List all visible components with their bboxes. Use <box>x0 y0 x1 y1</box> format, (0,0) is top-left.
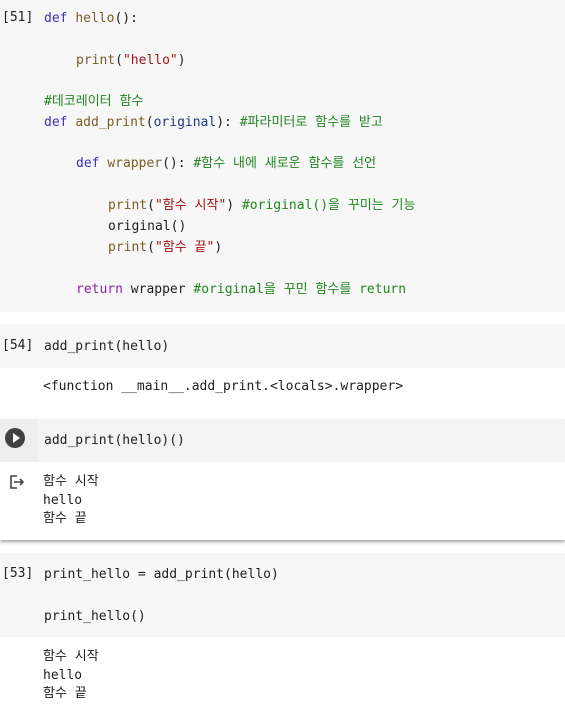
output-area: 함수 시작 hello 함수 끝 <box>0 462 565 540</box>
play-circle-icon[interactable] <box>5 428 25 448</box>
cell-gutter: [51] <box>0 0 37 312</box>
code-cell-51[interactable]: [51] def hello(): print("hello") #데코레이터 … <box>0 0 565 312</box>
keyword: def <box>76 156 100 171</box>
keyword: def <box>44 115 68 130</box>
function-name: hello <box>75 11 115 26</box>
string-literal: "함수 끝" <box>154 240 215 255</box>
function-name: print <box>76 53 116 68</box>
code-line: add_print(hello) <box>44 338 169 355</box>
execution-count: [51] <box>2 10 34 25</box>
code-cell-53[interactable]: [53] print_hello = add_print(hello) prin… <box>0 553 565 728</box>
code-cell-active[interactable]: add_print(hello)() 함수 시작 hello 함수 끝 <box>0 419 565 540</box>
code-text: wrapper <box>130 282 186 297</box>
code-text: print_hello = add_print(hello) <box>44 567 279 582</box>
code-line: def hello(): <box>44 10 138 27</box>
code-text: print_hello() <box>44 609 146 624</box>
execution-count: [53] <box>2 566 34 581</box>
string-literal: "함수 시작" <box>154 198 227 213</box>
output-line: 함수 시작 <box>43 649 99 664</box>
output-line: hello <box>43 493 83 508</box>
code-line: #데코레이터 함수 <box>44 93 143 110</box>
code-text: add_print(hello)() <box>44 433 185 448</box>
function-name: print <box>108 240 148 255</box>
comment: #데코레이터 함수 <box>44 94 144 109</box>
comment: #파라미터로 함수를 받고 <box>239 115 383 130</box>
function-name: print <box>108 198 148 213</box>
execution-count: [54] <box>2 338 34 353</box>
code-line: print_hello() <box>44 608 146 625</box>
string-literal: "hello" <box>122 53 178 68</box>
code-line: add_print(hello)() <box>44 432 185 449</box>
cell-output: <function __main__.add_print.<locals>.wr… <box>43 379 404 394</box>
code-text: (): <box>114 11 138 26</box>
function-name: add_print <box>75 115 146 130</box>
code-line: return wrapper #original을 꾸민 함수를 return <box>76 281 406 298</box>
comment: #함수 내에 새로운 함수를 선언 <box>193 156 377 171</box>
code-line: def wrapper(): #함수 내에 새로운 함수를 선언 <box>76 156 377 171</box>
code-line: original() <box>108 218 186 235</box>
code-cell-54[interactable]: [54] add_print(hello) <function __main__… <box>0 324 565 414</box>
parameter: original <box>153 115 217 130</box>
comment: #original을 꾸민 함수를 return <box>193 282 407 297</box>
code-line: print("함수 끝") <box>108 240 223 255</box>
code-line: def add_print(original): #파라미터로 함수를 받고 <box>44 115 383 130</box>
cell-gutter: [54] <box>0 324 37 368</box>
cell-gutter <box>0 419 37 462</box>
output-line: hello <box>43 668 83 683</box>
code-text: add_print(hello) <box>44 339 170 354</box>
code-line: print("함수 시작") #original()을 꾸미는 기능 <box>108 198 416 213</box>
output-line: 함수 끝 <box>43 686 87 701</box>
code-text: original() <box>108 219 187 234</box>
output-line: 함수 끝 <box>43 511 87 526</box>
keyword: return <box>76 282 123 297</box>
code-line: print_hello = add_print(hello) <box>44 566 279 583</box>
code-text: ) <box>177 53 186 68</box>
keyword: def <box>44 11 68 26</box>
cell-gutter: [53] <box>0 553 37 637</box>
function-name: wrapper <box>107 156 163 171</box>
output-redirect-icon[interactable] <box>8 474 24 490</box>
notebook: [51] def hello(): print("hello") #데코레이터 … <box>0 0 565 728</box>
output-line: 함수 시작 <box>43 474 99 489</box>
code-line: print("hello") <box>76 53 186 68</box>
comment: #original()을 꾸미는 기능 <box>241 198 416 213</box>
